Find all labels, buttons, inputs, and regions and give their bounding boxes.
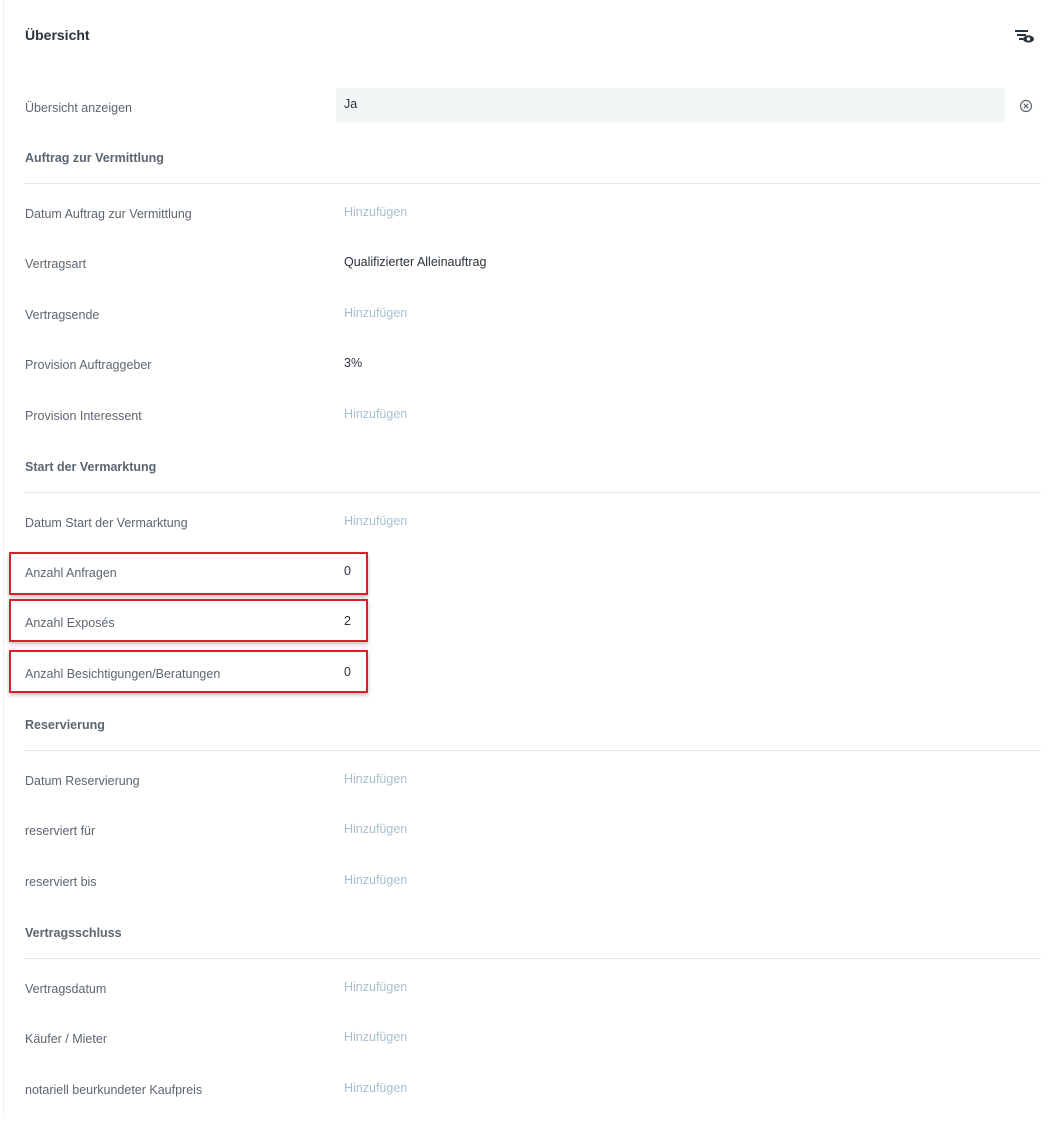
field-label: Datum Reservierung	[25, 774, 140, 788]
section-title: Reservierung	[25, 718, 105, 732]
field-label: Vertragsdatum	[25, 982, 107, 996]
add-reserviert-bis-link[interactable]: Hinzufügen	[344, 873, 407, 887]
field-label: Provision Interessent	[25, 409, 142, 423]
field-label: reserviert für	[25, 824, 96, 838]
row-kaufpreis: notariell beurkundeter Kaufpreis Hinzufü…	[25, 1081, 1041, 1131]
row-datum-auftrag: Datum Auftrag zur Vermittlung Hinzufügen	[25, 205, 1041, 255]
add-reserviert-fuer-link[interactable]: Hinzufügen	[344, 822, 407, 836]
add-datum-reservierung-link[interactable]: Hinzufügen	[344, 772, 407, 786]
add-vertragsdatum-link[interactable]: Hinzufügen	[344, 980, 407, 994]
add-kaufpreis-link[interactable]: Hinzufügen	[344, 1081, 407, 1095]
field-label: Käufer / Mieter	[25, 1032, 107, 1046]
overview-select[interactable]: Ja	[336, 88, 1005, 123]
row-reserviert-bis: reserviert bis Hinzufügen	[25, 873, 1041, 923]
row-kaeufer-mieter: Käufer / Mieter Hinzufügen	[25, 1030, 1041, 1080]
section-title: Auftrag zur Vermittlung	[25, 151, 164, 165]
highlight-box-besichtigungen	[9, 650, 368, 693]
select-value: Ja	[344, 97, 358, 111]
row-vertragsart: Vertragsart Qualifizierter Alleinauftrag	[25, 255, 1041, 305]
highlight-box-anfragen	[9, 552, 368, 595]
add-datum-auftrag-link[interactable]: Hinzufügen	[344, 205, 407, 219]
add-datum-vermarktung-link[interactable]: Hinzufügen	[344, 514, 407, 528]
field-label: Datum Auftrag zur Vermittlung	[25, 207, 192, 221]
add-kaeufer-mieter-link[interactable]: Hinzufügen	[344, 1030, 407, 1044]
row-provision-interessent: Provision Interessent Hinzufügen	[25, 407, 1041, 457]
section-title: Start der Vermarktung	[25, 460, 157, 474]
section-vermarktung: Start der Vermarktung	[25, 460, 1041, 493]
panel-header: Übersicht	[4, 0, 1060, 72]
field-label: notariell beurkundeter Kaufpreis	[25, 1083, 203, 1097]
provision-auftraggeber-value[interactable]: 3%	[344, 356, 362, 370]
field-label: reserviert bis	[25, 875, 97, 889]
field-label: Datum Start der Vermarktung	[25, 516, 188, 530]
field-label: Übersicht anzeigen	[25, 101, 133, 115]
section-auftrag: Auftrag zur Vermittlung	[25, 151, 1041, 184]
section-title: Vertragsschluss	[25, 926, 122, 940]
field-label: Vertragsart	[25, 257, 87, 271]
row-vertragsdatum: Vertragsdatum Hinzufügen	[25, 980, 1041, 1030]
vertragsart-value[interactable]: Qualifizierter Alleinauftrag	[344, 255, 486, 269]
row-datum-reservierung: Datum Reservierung Hinzufügen	[25, 772, 1041, 822]
field-label: Vertragsende	[25, 308, 100, 322]
section-reservierung: Reservierung	[25, 718, 1041, 751]
filter-eye-icon[interactable]	[1015, 28, 1035, 46]
add-vertragsende-link[interactable]: Hinzufügen	[344, 306, 407, 320]
highlight-box-exposes	[9, 599, 368, 642]
row-reserviert-fuer: reserviert für Hinzufügen	[25, 822, 1041, 872]
overview-panel: Übersicht Übersicht anzeigen Ja Auftrag …	[3, 0, 1060, 1118]
section-vertragsschluss: Vertragsschluss	[25, 926, 1041, 959]
row-provision-auftraggeber: Provision Auftraggeber 3%	[25, 356, 1041, 406]
clear-circle-icon[interactable]	[1019, 99, 1033, 113]
row-vertragsende: Vertragsende Hinzufügen	[25, 306, 1041, 356]
add-provision-interessent-link[interactable]: Hinzufügen	[344, 407, 407, 421]
page-title: Übersicht	[25, 27, 90, 43]
field-label: Provision Auftraggeber	[25, 358, 152, 372]
